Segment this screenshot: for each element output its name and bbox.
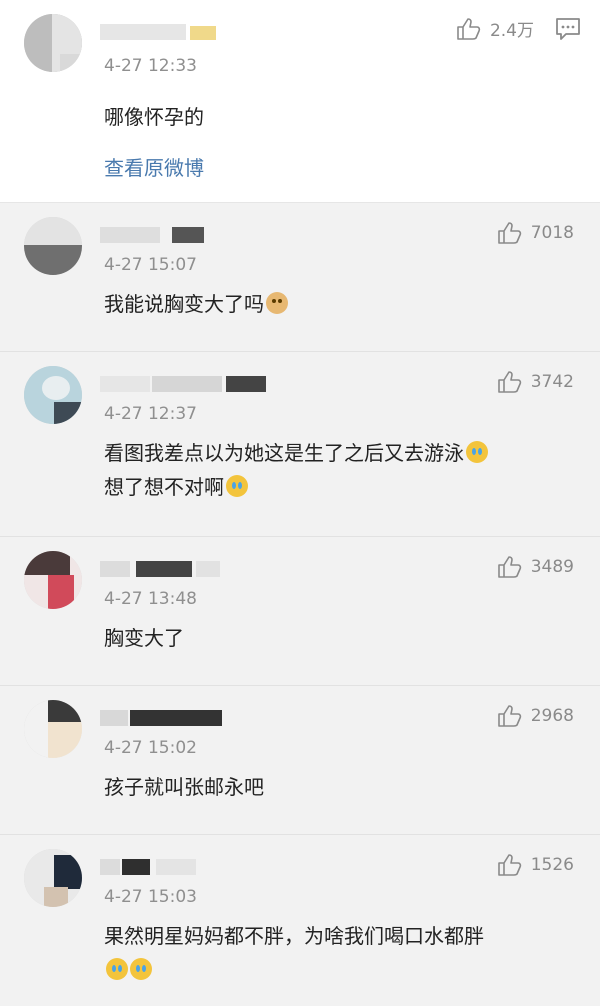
comment-text-line: 看图我差点以为她这是生了之后又去游泳 想了想不对啊 bbox=[104, 436, 574, 504]
username-blurred[interactable] bbox=[100, 219, 230, 245]
laugh-cry-emoji-icon bbox=[466, 441, 488, 463]
dog-emoji-icon bbox=[266, 292, 288, 314]
top-comment: 4-27 12:33 哪像怀孕的 查看原微博 2.4万 bbox=[0, 0, 600, 203]
avatar[interactable] bbox=[24, 551, 82, 609]
like-count: 1526 bbox=[530, 855, 574, 875]
comment-time: 4-27 13:48 bbox=[104, 589, 197, 609]
like-count: 2968 bbox=[530, 706, 574, 726]
comment-time: 4-27 15:07 bbox=[104, 255, 197, 275]
view-original-link[interactable]: 查看原微博 bbox=[104, 152, 204, 181]
comment-text-line: 我能说胸变大了吗 bbox=[104, 287, 574, 321]
username-blurred[interactable] bbox=[100, 851, 250, 877]
comment-item: 4-27 15:02 孩子就叫张邮永吧 2968 bbox=[0, 686, 600, 835]
comment-text: 胸变大了 bbox=[104, 626, 184, 650]
avatar[interactable] bbox=[24, 700, 82, 758]
comment-text: 孩子就叫张邮永吧 bbox=[104, 775, 264, 799]
comment-text: 我能说胸变大了吗 bbox=[104, 292, 264, 316]
comment-item: 4-27 15:07 我能说胸变大了吗 7018 bbox=[0, 203, 600, 352]
comment-item: 4-27 12:37 看图我差点以为她这是生了之后又去游泳 想了想不对啊 374… bbox=[0, 352, 600, 537]
comment-time: 4-27 12:33 bbox=[104, 56, 197, 76]
avatar[interactable] bbox=[24, 366, 82, 424]
like-button[interactable]: 2.4万 bbox=[456, 16, 534, 41]
thumbs-up-icon bbox=[497, 853, 523, 877]
thumbs-up-icon bbox=[456, 17, 482, 41]
laugh-cry-emoji-icon bbox=[226, 475, 248, 497]
username-blurred[interactable] bbox=[100, 368, 280, 394]
crying-emoji-icon bbox=[106, 958, 128, 980]
thumbs-up-icon bbox=[497, 555, 523, 579]
comment-time: 4-27 15:02 bbox=[104, 738, 197, 758]
username-blurred[interactable] bbox=[100, 18, 230, 44]
crying-emoji-icon bbox=[130, 958, 152, 980]
like-button[interactable]: 2968 bbox=[497, 704, 574, 728]
like-button[interactable]: 3489 bbox=[497, 555, 574, 579]
thumbs-up-icon bbox=[497, 704, 523, 728]
thumbs-up-icon bbox=[497, 221, 523, 245]
comment-item: 4-27 15:03 果然明星妈妈都不胖，为啥我们喝口水都胖 1526 bbox=[0, 835, 600, 1006]
like-button[interactable]: 3742 bbox=[497, 370, 574, 394]
comment-item: 4-27 13:48 胸变大了 3489 bbox=[0, 537, 600, 686]
comment-text: 看图我差点以为她这是生了之后又去游泳 bbox=[104, 441, 464, 465]
comment-time: 4-27 12:37 bbox=[104, 404, 197, 424]
like-count: 3742 bbox=[530, 372, 574, 392]
like-count: 2.4万 bbox=[489, 21, 534, 41]
like-count: 3489 bbox=[530, 557, 574, 577]
comment-text-2: 想了想不对啊 bbox=[104, 475, 224, 499]
comment-text-line: 果然明星妈妈都不胖，为啥我们喝口水都胖 bbox=[104, 919, 574, 987]
comment-icon[interactable] bbox=[554, 16, 582, 46]
like-count: 7018 bbox=[530, 223, 574, 243]
avatar[interactable] bbox=[24, 14, 82, 72]
avatar[interactable] bbox=[24, 217, 82, 275]
thumbs-up-icon bbox=[497, 370, 523, 394]
like-button[interactable]: 7018 bbox=[497, 221, 574, 245]
username-blurred[interactable] bbox=[100, 553, 240, 579]
comment-time: 4-27 15:03 bbox=[104, 887, 197, 907]
username-blurred[interactable] bbox=[100, 702, 230, 728]
like-button[interactable]: 1526 bbox=[497, 853, 574, 877]
avatar[interactable] bbox=[24, 849, 82, 907]
comment-text: 哪像怀孕的 bbox=[104, 105, 204, 129]
comment-text: 果然明星妈妈都不胖，为啥我们喝口水都胖 bbox=[104, 924, 484, 948]
